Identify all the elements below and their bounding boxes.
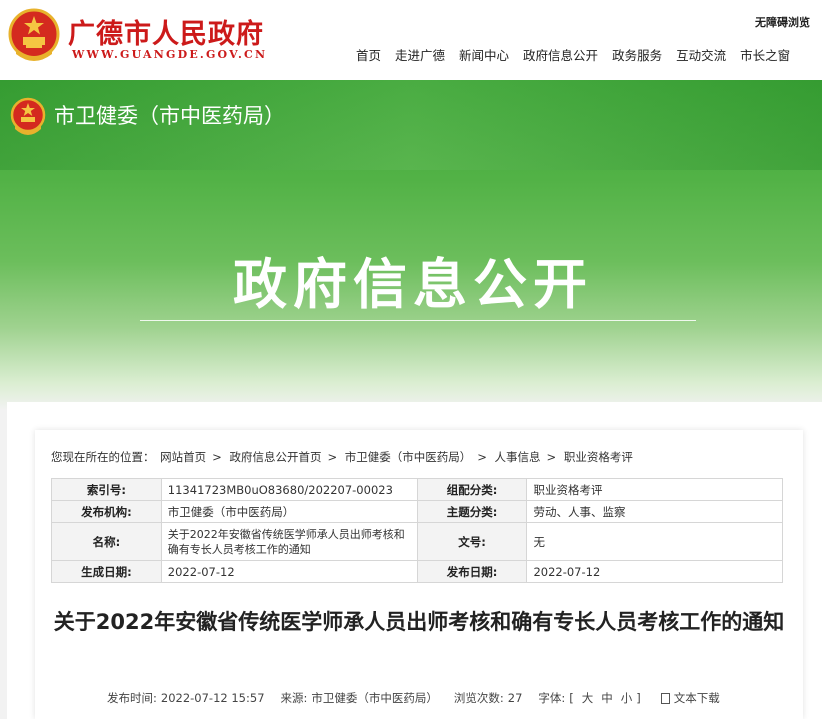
table-row: 名称: 关于2022年安徽省传统医学师承人员出师考核和确有专长人员考核工作的通知…: [51, 522, 783, 561]
font-label: 字体:: [538, 691, 566, 705]
page: 广德市人民政府 WWW.GUANGDE.GOV.CN 无障碍浏览 首页 走进广德…: [0, 0, 822, 719]
font-bracket-open: [: [569, 691, 574, 705]
breadcrumb-separator: >: [327, 450, 338, 464]
views-value: 27: [507, 691, 523, 705]
topic-value: 劳动、人事、监察: [526, 500, 783, 523]
nav-item-home[interactable]: 首页: [356, 45, 381, 64]
created-value: 2022-07-12: [160, 560, 418, 583]
docno-value: 无: [526, 522, 783, 561]
info-table: 索引号: 11341723MB0uO83680/202207-00023 组配分…: [51, 478, 783, 583]
banner-divider: [140, 320, 696, 321]
dept-emblem-icon: [10, 97, 46, 135]
created-label: 生成日期:: [51, 560, 162, 583]
time-label: 发布时间:: [107, 691, 157, 705]
top-header: 广德市人民政府 WWW.GUANGDE.GOV.CN 无障碍浏览 首页 走进广德…: [0, 0, 822, 80]
banner-title: 政府信息公开: [233, 253, 593, 316]
name-value: 关于2022年安徽省传统医学师承人员出师考核和确有专长人员考核工作的通知: [160, 522, 418, 561]
table-row: 索引号: 11341723MB0uO83680/202207-00023 组配分…: [51, 478, 783, 501]
font-small-button[interactable]: 小: [621, 690, 633, 706]
breadcrumb-separator: >: [477, 450, 487, 464]
publisher-label: 发布机构:: [51, 500, 162, 523]
font-large-button[interactable]: 大: [582, 690, 594, 706]
breadcrumb: 您现在所在的位置： 网站首页 > 政府信息公开首页 > 市卫健委（市中医药局） > 人…: [51, 449, 635, 465]
download-link[interactable]: 文本下载: [674, 690, 720, 706]
breadcrumb-separator: >: [212, 450, 222, 464]
nav-item-mayor[interactable]: 市长之窗: [740, 45, 790, 64]
published-value: 2022-07-12: [526, 560, 783, 583]
docno-label: 文号:: [416, 522, 528, 561]
published-label: 发布日期:: [416, 560, 528, 583]
index-label: 索引号:: [51, 478, 162, 501]
views-label: 浏览次数:: [453, 691, 504, 705]
breadcrumb-prefix: 您现在所在的位置：: [51, 450, 155, 464]
source-value: 市卫健委（市中医药局）: [311, 691, 438, 705]
table-row: 发布机构: 市卫健委（市中医药局） 主题分类: 劳动、人事、监察: [51, 500, 783, 523]
accessibility-link[interactable]: 无障碍浏览: [755, 14, 810, 30]
nav-item-info-disclosure[interactable]: 政府信息公开: [523, 45, 598, 64]
nav-item-services[interactable]: 政务服务: [612, 45, 662, 64]
content-card: 您现在所在的位置： 网站首页 > 政府信息公开首页 > 市卫健委（市中医药局） > 人…: [35, 430, 803, 719]
dept-name[interactable]: 市卫健委（市中医药局）: [54, 100, 285, 130]
topic-label: 主题分类:: [416, 500, 528, 523]
main-nav: 首页 走进广德 新闻中心 政府信息公开 政务服务 互动交流 市长之窗: [356, 45, 804, 64]
font-medium-button[interactable]: 中: [601, 690, 613, 706]
breadcrumb-personnel[interactable]: 人事信息: [495, 450, 541, 464]
site-url: WWW.GUANGDE.GOV.CN: [72, 48, 268, 61]
article-meta: 发布时间: 2022-07-12 15:57 来源: 市卫健委（市中医药局） 浏…: [107, 690, 724, 706]
time-value: 2022-07-12 15:57: [160, 691, 265, 705]
table-row: 生成日期: 2022-07-12 发布日期: 2022-07-12: [51, 560, 783, 583]
breadcrumb-separator: >: [546, 450, 557, 464]
breadcrumb-home[interactable]: 网站首页: [160, 450, 206, 464]
document-icon: [660, 692, 670, 704]
nav-item-about[interactable]: 走进广德: [395, 45, 445, 64]
breadcrumb-disclosure[interactable]: 政府信息公开首页: [229, 450, 321, 464]
category-value: 职业资格考评: [526, 478, 783, 501]
font-bracket-close: ]: [636, 691, 641, 705]
publisher-value: 市卫健委（市中医药局）: [160, 500, 418, 523]
breadcrumb-qualification[interactable]: 职业资格考评: [564, 450, 633, 464]
nav-item-news[interactable]: 新闻中心: [459, 45, 509, 64]
article-title: 关于2022年安徽省传统医学师承人员出师考核和确有专长人员考核工作的通知: [53, 610, 785, 634]
banner: 市卫健委（市中医药局） 政府信息公开: [0, 80, 822, 410]
name-label: 名称:: [51, 522, 162, 561]
site-title[interactable]: 广德市人民政府: [68, 12, 264, 51]
source-label: 来源:: [280, 691, 308, 705]
national-emblem-icon: [8, 8, 60, 61]
category-label: 组配分类:: [416, 478, 528, 501]
index-value: 11341723MB0uO83680/202207-00023: [160, 478, 418, 501]
nav-item-interaction[interactable]: 互动交流: [676, 45, 726, 64]
breadcrumb-dept[interactable]: 市卫健委（市中医药局）: [345, 450, 472, 464]
